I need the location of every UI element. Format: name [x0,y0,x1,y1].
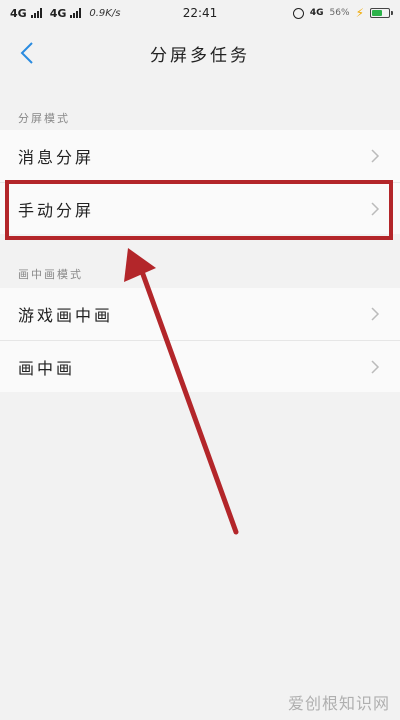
charging-icon: ⚡ [355,6,364,20]
section-label-split-screen: 分屏模式 [18,112,70,125]
network-type-2: 4G [49,6,67,20]
battery-fill [372,10,383,16]
chevron-right-icon [371,360,380,374]
list-item-pip[interactable]: 画中画 [0,340,400,392]
chevron-right-icon [371,202,380,216]
list-item-label: 手动分屏 [18,200,95,220]
header: 分屏多任务 [0,26,400,80]
signal-icon-2 [70,8,82,18]
back-button[interactable] [14,40,40,66]
status-bar: 4G 4G 0.9K/s 22:41 4G 56% ⚡ [0,0,400,26]
list-item-label: 画中画 [18,358,76,378]
section-label-pip: 画中画模式 [18,268,83,281]
arrow-head [124,248,156,282]
network-type-1: 4G [10,6,27,20]
network-speed: 0.9K/s [89,7,121,19]
list-item-label: 游戏画中画 [18,306,114,325]
list-item-manual-split[interactable]: 手动分屏 [0,182,400,234]
settings-screen: 4G 4G 0.9K/s 22:41 4G 56% ⚡ 分屏多任务 分屏模式 消… [0,0,400,720]
watermark: 爱创根知识网 [287,694,390,713]
list-item-message-split[interactable]: 消息分屏 [0,130,400,182]
battery-percent: 56% [329,8,350,18]
list-item-label: 消息分屏 [18,148,95,167]
list-group-split-screen: 消息分屏 手动分屏 [0,130,400,234]
back-arrow-icon [20,42,33,64]
alarm-icon [292,7,304,19]
chevron-right-icon [371,307,380,321]
network-type-3: 4G [309,8,324,18]
chevron-right-icon [371,149,380,163]
page-title: 分屏多任务 [150,45,250,66]
battery-icon [370,8,393,18]
signal-icon [30,8,42,18]
status-left: 4G 4G 0.9K/s [10,7,120,20]
list-item-game-pip[interactable]: 游戏画中画 [0,288,400,340]
status-right: 4G 56% ⚡ [292,6,393,20]
list-group-pip: 游戏画中画 画中画 [0,288,400,392]
